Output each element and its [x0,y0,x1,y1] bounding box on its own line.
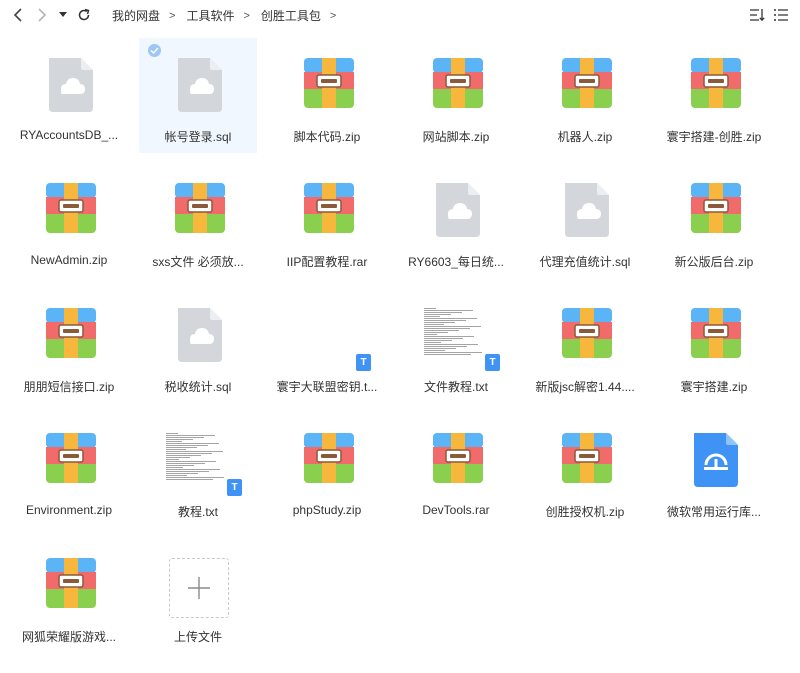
file-item[interactable]: DevTools.rar [397,413,515,528]
zip-archive-icon [688,179,744,239]
refresh-icon[interactable] [74,5,94,25]
file-name: 寰宇大联盟密钥.t... [276,380,378,394]
chevron-right-icon[interactable] [32,5,52,25]
file-item[interactable]: 创胜授权机.zip [526,413,644,528]
zip-archive-icon [301,429,357,489]
zip-archive-icon [559,304,615,364]
file-name: 帐号登录.sql [164,130,232,144]
file-name: 新公版后台.zip [674,255,754,269]
file-item[interactable]: 寰宇搭建-创胜.zip [655,38,773,153]
file-name: NewAdmin.zip [30,253,108,267]
file-item[interactable]: IIP配置教程.rar [268,163,386,278]
file-item[interactable]: 税收统计.sql [139,288,257,403]
breadcrumb-item-my-drive[interactable]: 我的网盘 [112,7,160,24]
checkmark-icon[interactable] [148,44,161,57]
cloud-document-icon [172,304,228,364]
toolbar: 我的网盘 > 工具软件 > 创胜工具包 > [0,0,800,30]
zip-archive-icon [43,179,99,239]
file-item[interactable]: 代理充值统计.sql [526,163,644,278]
text-preview-thumbnail [422,306,492,366]
file-item[interactable]: T 教程.txt [139,413,257,528]
cloud-document-icon [559,179,615,239]
file-name: RYAccountsDB_... [19,128,119,142]
upload-button[interactable]: 上传文件 [139,538,257,653]
plus-icon[interactable] [169,558,229,618]
file-item[interactable]: T 寰宇大联盟密钥.t... [268,288,386,403]
zip-archive-icon [172,179,228,239]
file-item[interactable]: RYAccountsDB_... [10,38,128,153]
file-name: 机器人.zip [557,130,613,144]
file-item[interactable]: 网狐荣耀版游戏... [10,538,128,653]
blank-thumbnail [301,304,357,364]
file-item[interactable]: 帐号登录.sql [139,38,257,153]
caret-down-icon[interactable] [56,5,70,25]
file-item[interactable]: 网站脚本.zip [397,38,515,153]
text-preview-thumbnail [164,431,234,491]
breadcrumb-item-tools[interactable]: 工具软件 [186,7,234,24]
breadcrumb-item-current-folder[interactable]: 创胜工具包 [261,7,321,24]
file-name: IIP配置教程.rar [286,255,368,269]
file-name: DevTools.rar [422,503,490,517]
file-item[interactable]: 朋朋短信接口.zip [10,288,128,403]
file-name: 朋朋短信接口.zip [23,380,115,394]
text-file-badge-icon: T [356,354,371,371]
file-name: sxs文件 必须放... [152,255,244,269]
zip-archive-icon [688,54,744,114]
zip-archive-icon [430,429,486,489]
file-name: 微软常用运行库... [666,505,761,519]
breadcrumb-separator: > [329,9,337,22]
zip-archive-icon [301,54,357,114]
file-name: 新版jsc解密1.44.... [535,380,635,394]
list-view-icon[interactable] [772,6,790,24]
zip-archive-icon [559,54,615,114]
zip-archive-icon [43,429,99,489]
cloud-document-icon [43,54,99,114]
file-item[interactable]: 脚本代码.zip [268,38,386,153]
file-item[interactable]: RY6603_每日统... [397,163,515,278]
file-item[interactable]: 新版jsc解密1.44.... [526,288,644,403]
zip-archive-icon [430,54,486,114]
installer-icon [688,429,744,489]
file-name: 教程.txt [177,505,218,519]
zip-archive-icon [43,304,99,364]
file-name: Environment.zip [25,503,113,517]
file-name: 文件教程.txt [423,380,488,394]
upload-label: 上传文件 [173,630,222,644]
sort-icon[interactable] [748,6,766,24]
file-item[interactable]: NewAdmin.zip [10,163,128,278]
file-name: 税收统计.sql [164,380,232,394]
zip-archive-icon [688,304,744,364]
file-item[interactable]: T 文件教程.txt [397,288,515,403]
file-item[interactable]: 机器人.zip [526,38,644,153]
zip-archive-icon [301,179,357,239]
cloud-document-icon [172,54,228,114]
file-name: 寰宇搭建.zip [680,380,748,394]
file-item[interactable]: sxs文件 必须放... [139,163,257,278]
file-item[interactable]: 微软常用运行库... [655,413,773,528]
file-name: 脚本代码.zip [293,130,361,144]
zip-archive-icon [43,554,99,614]
breadcrumb: 我的网盘 > 工具软件 > 创胜工具包 > [112,7,347,24]
text-file-badge-icon: T [485,354,500,371]
file-name: 创胜授权机.zip [545,505,625,519]
file-item[interactable]: Environment.zip [10,413,128,528]
file-name: 网站脚本.zip [422,130,490,144]
breadcrumb-separator: > [243,9,250,22]
file-name: 代理充值统计.sql [539,255,631,269]
cloud-document-icon [430,179,486,239]
breadcrumb-separator: > [169,9,176,22]
file-name: 寰宇搭建-创胜.zip [666,130,762,144]
zip-archive-icon [559,429,615,489]
file-item[interactable]: 新公版后台.zip [655,163,773,278]
text-file-badge-icon: T [227,479,242,496]
file-name: RY6603_每日统... [408,255,504,269]
file-name: 网狐荣耀版游戏... [21,630,116,644]
chevron-left-icon[interactable] [8,5,28,25]
file-item[interactable]: phpStudy.zip [268,413,386,528]
file-name: phpStudy.zip [292,503,362,517]
file-item[interactable]: 寰宇搭建.zip [655,288,773,403]
